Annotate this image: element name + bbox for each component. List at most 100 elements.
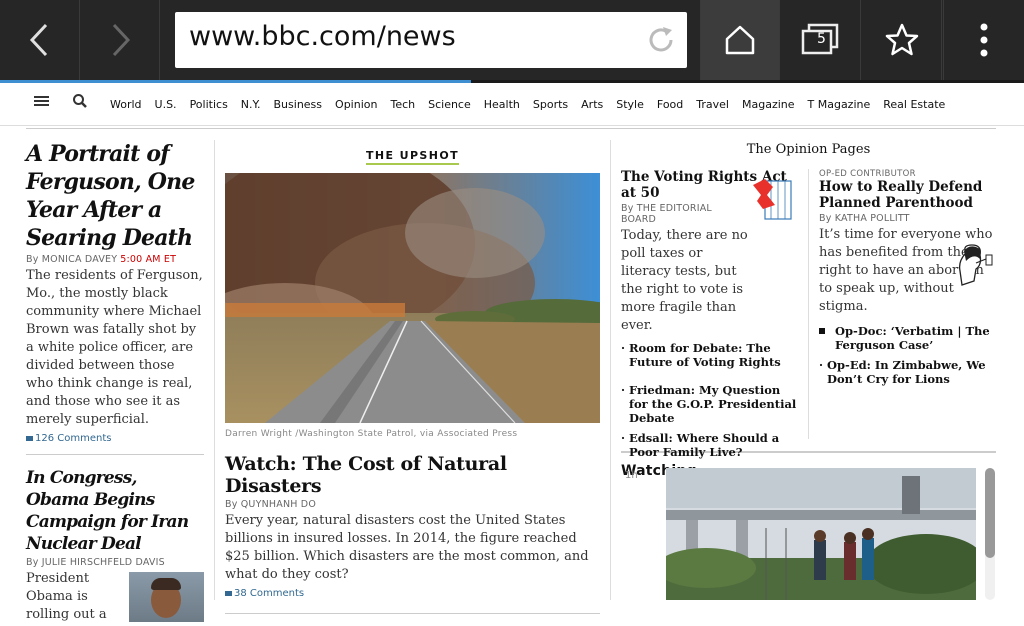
nav-item-real-estate[interactable]: Real Estate xyxy=(883,98,945,111)
related-link[interactable]: Op-Doc: ‘Verbatim | The Ferguson Case’ xyxy=(819,324,996,352)
section-list: World U.S. Politics N.Y. Business Opinion Tech… xyxy=(110,83,958,125)
comment-icon xyxy=(225,591,232,596)
opinion-stories: The Voting Rights Act at 50 By THE EDITO… xyxy=(621,169,996,459)
nav-item-sports[interactable]: Sports xyxy=(533,98,568,111)
nav-item-arts[interactable]: Arts xyxy=(581,98,603,111)
watching-illustration xyxy=(666,468,976,600)
nav-item-tech[interactable]: Tech xyxy=(390,98,415,111)
author-sketch[interactable] xyxy=(952,241,996,289)
related-link-text[interactable]: Edsall: Where Should a Poor Family Live? xyxy=(629,431,779,459)
comment-icon xyxy=(26,436,33,441)
related-link[interactable]: Edsall: Where Should a Poor Family Live? xyxy=(621,431,799,459)
overflow-menu-button[interactable] xyxy=(943,0,1024,80)
hamburger-menu-icon[interactable] xyxy=(34,95,50,109)
op-ed-story: OP-ED CONTRIBUTOR How to Really Defend P… xyxy=(819,169,996,386)
related-link-text[interactable]: Op-Doc: ‘Verbatim | The Ferguson Case’ xyxy=(835,324,990,352)
comments-link[interactable]: 38 Comments xyxy=(225,588,600,599)
comments-count[interactable]: 126 Comments xyxy=(35,433,111,444)
browser-toolbar: www.bbc.com/news 5 xyxy=(0,0,1024,80)
tabs-button[interactable]: 5 xyxy=(781,0,861,80)
nav-item-business[interactable]: Business xyxy=(274,98,323,111)
editorial-illustration[interactable] xyxy=(751,175,795,223)
column-divider xyxy=(610,140,611,600)
timestamp: 5:00 AM ET xyxy=(120,254,177,265)
story-headline[interactable]: Watch: The Cost of Natural Disasters xyxy=(225,453,600,497)
nav-item-t-magazine[interactable]: T Magazine xyxy=(808,98,871,111)
chevron-right-icon xyxy=(112,23,130,57)
related-link[interactable]: Room for Debate: The Future of Voting Ri… xyxy=(621,341,799,369)
tab-count: 5 xyxy=(817,31,826,47)
opinion-pages-title[interactable]: The Opinion Pages xyxy=(621,142,996,157)
top-divider xyxy=(26,128,996,129)
url-text[interactable]: www.bbc.com/news xyxy=(189,21,456,52)
related-link-text[interactable]: Op-Ed: In Zimbabwe, We Don’t Cry for Lio… xyxy=(827,358,986,386)
watching-photo[interactable] xyxy=(666,468,976,600)
nav-item-science[interactable]: Science xyxy=(428,98,471,111)
story-byline: By QUYNHANH DO xyxy=(225,499,317,510)
opinion-divider xyxy=(808,169,809,439)
wildfire-illustration xyxy=(225,173,600,423)
video-icon xyxy=(819,328,825,334)
nav-item-world[interactable]: World xyxy=(110,98,142,111)
section-kicker[interactable]: THE UPSHOT xyxy=(225,144,600,165)
byline-author: By MONICA DAVEY xyxy=(26,254,118,265)
star-icon xyxy=(885,23,918,56)
nav-item-opinion[interactable]: Opinion xyxy=(335,98,377,111)
scrollbar-thumb[interactable] xyxy=(985,468,995,558)
opinion-byline: By THE EDITORIAL BOARD xyxy=(621,203,712,225)
editorial-story: The Voting Rights Act at 50 By THE EDITO… xyxy=(621,169,799,459)
nav-item-magazine[interactable]: Magazine xyxy=(742,98,795,111)
address-bar[interactable]: www.bbc.com/news xyxy=(175,12,687,68)
story-byline: By JULIE HIRSCHFELD DAVIS xyxy=(26,557,165,568)
column-divider xyxy=(214,140,215,600)
story-headline[interactable]: A Portrait of Ferguson, One Year After a… xyxy=(26,140,204,252)
nav-item-politics[interactable]: Politics xyxy=(190,98,228,111)
back-button[interactable] xyxy=(0,0,80,80)
watching-scrollbar[interactable] xyxy=(985,468,995,600)
reload-icon[interactable] xyxy=(645,24,677,56)
forward-button[interactable] xyxy=(80,0,160,80)
kicker-label[interactable]: THE UPSHOT xyxy=(365,149,460,165)
opinion-column: The Opinion Pages The Voting Rights Act … xyxy=(621,140,996,600)
story-body: President Obama is rolling out a xyxy=(26,570,204,624)
left-column: A Portrait of Ferguson, One Year After a… xyxy=(26,140,204,624)
related-link[interactable]: Op-Ed: In Zimbabwe, We Don’t Cry for Lio… xyxy=(819,358,996,386)
comments-link[interactable]: 126 Comments xyxy=(26,433,204,444)
wildfire-photo[interactable] xyxy=(225,173,600,423)
home-icon xyxy=(725,25,755,55)
op-ed-kicker: OP-ED CONTRIBUTOR xyxy=(819,169,916,179)
section-nav: World U.S. Politics N.Y. Business Opinion Tech… xyxy=(0,83,1024,126)
chevron-left-icon xyxy=(29,23,47,57)
related-link[interactable]: Friedman: My Question for the G.O.P. Pre… xyxy=(621,383,799,425)
related-links: Op-Doc: ‘Verbatim | The Ferguson Case’ Op… xyxy=(819,324,996,386)
story-divider xyxy=(225,613,600,614)
more-vertical-icon xyxy=(980,23,988,57)
opinion-summary: Today, there are no poll taxes or litera… xyxy=(621,227,749,335)
search-icon[interactable] xyxy=(72,93,88,109)
watching-time: 1h xyxy=(625,470,638,481)
related-links: Room for Debate: The Future of Voting Ri… xyxy=(621,341,799,459)
photo-credit: Darren Wright /Washington State Patrol, … xyxy=(225,429,518,439)
comments-count[interactable]: 38 Comments xyxy=(234,588,304,599)
home-button[interactable] xyxy=(700,0,780,80)
hair-shape xyxy=(151,578,181,590)
story-byline: By MONICA DAVEY 5:00 AM ET xyxy=(26,254,204,265)
story-headline[interactable]: In Congress, Obama Begins Campaign for I… xyxy=(26,467,204,555)
story-summary: Every year, natural disasters cost the U… xyxy=(225,513,589,582)
opinion-byline: By KATHA POLLITT xyxy=(819,213,910,224)
nav-item-food[interactable]: Food xyxy=(657,98,683,111)
nav-item-health[interactable]: Health xyxy=(484,98,520,111)
nav-item-travel[interactable]: Travel xyxy=(696,98,729,111)
related-link-text[interactable]: Friedman: My Question for the G.O.P. Pre… xyxy=(629,383,796,425)
nav-item-n-y[interactable]: N.Y. xyxy=(241,98,261,111)
related-link-text[interactable]: Room for Debate: The Future of Voting Ri… xyxy=(629,341,781,369)
nav-item-style[interactable]: Style xyxy=(616,98,644,111)
nav-item-u-s[interactable]: U.S. xyxy=(155,98,177,111)
center-column: THE UPSHOT Darren Wright /Washington Sta… xyxy=(225,140,600,626)
obama-thumbnail[interactable] xyxy=(129,572,204,622)
bookmark-button[interactable] xyxy=(862,0,942,80)
summary-text: Today, there are no poll taxes or litera… xyxy=(621,228,748,333)
story-summary: The residents of Ferguson, Mo., the most… xyxy=(26,268,203,427)
opinion-headline[interactable]: How to Really Defend Planned Parenthood xyxy=(819,179,996,211)
story-summary: President Obama is rolling out a xyxy=(26,571,107,622)
